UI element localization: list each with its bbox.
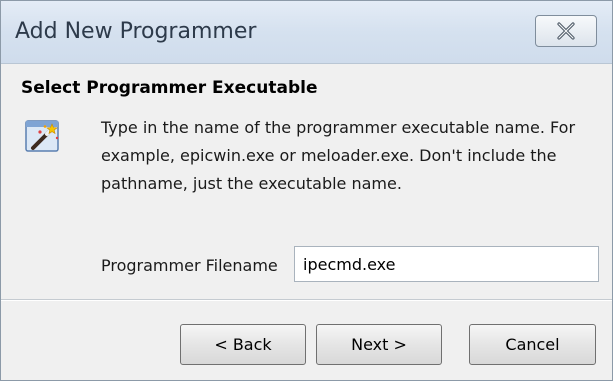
- wizard-page: Select Programmer Executable Type in the…: [1, 64, 612, 302]
- wizard-wand-icon: [25, 120, 59, 152]
- close-x-icon: [557, 22, 575, 40]
- title-bar: Add New Programmer: [1, 1, 612, 64]
- next-button[interactable]: Next >: [316, 324, 442, 365]
- close-button[interactable]: [535, 15, 597, 47]
- back-button[interactable]: < Back: [180, 324, 306, 365]
- filename-label: Programmer Filename: [101, 256, 278, 275]
- page-description: Type in the name of the programmer execu…: [101, 118, 576, 193]
- filename-input[interactable]: [294, 246, 599, 282]
- cancel-button[interactable]: Cancel: [469, 324, 596, 365]
- page-heading: Select Programmer Executable: [21, 78, 318, 98]
- footer-divider: [1, 299, 612, 301]
- window-title: Add New Programmer: [15, 19, 257, 44]
- add-programmer-dialog: Add New Programmer Select Programmer Exe…: [0, 0, 613, 381]
